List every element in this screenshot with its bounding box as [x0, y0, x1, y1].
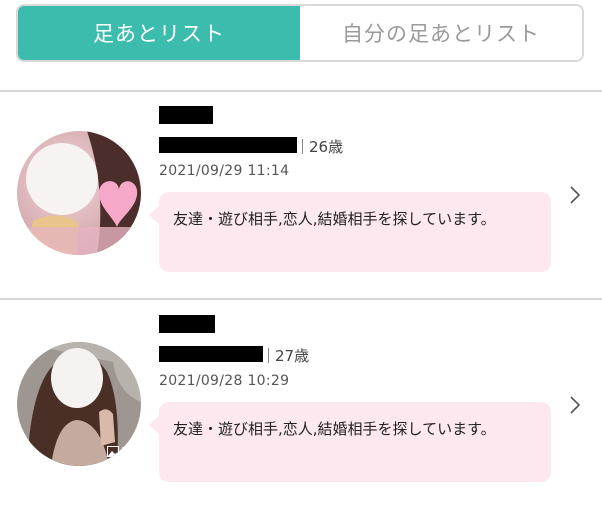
photo-count: 3 [107, 445, 128, 458]
tab-footprint-list[interactable]: 足あとリスト [18, 6, 300, 60]
footprint-tabs: 足あとリスト 自分の足あとリスト [16, 4, 584, 62]
visit-timestamp: 2021/09/29 11:14 [159, 163, 290, 179]
age-value: 27歳 [275, 347, 310, 365]
age-label: 26歳 [302, 136, 343, 157]
profile-message-bubble: 友達・遊び相手,恋人,結婚相手を探しています。 [149, 402, 551, 482]
avatar[interactable]: 3 [17, 342, 141, 466]
photo-count-value: 3 [121, 445, 128, 458]
image-icon [107, 446, 119, 457]
redacted-profile-text [159, 137, 297, 153]
age-value: 26歳 [309, 138, 344, 156]
profile-message: 友達・遊び相手,恋人,結婚相手を探しています。 [173, 210, 496, 228]
avatar[interactable] [17, 131, 141, 255]
chevron-right-icon[interactable] [568, 184, 582, 206]
tab-my-footprint-list[interactable]: 自分の足あとリスト [300, 6, 582, 60]
list-item[interactable]: 26歳 2021/09/29 11:14 友達・遊び相手,恋人,結婚相手を探して… [0, 92, 602, 298]
profile-message: 友達・遊び相手,恋人,結婚相手を探しています。 [173, 420, 496, 438]
redacted-username [159, 315, 215, 333]
redacted-profile-text [159, 346, 263, 362]
visit-timestamp: 2021/09/28 10:29 [159, 373, 290, 389]
chevron-right-icon[interactable] [568, 394, 582, 416]
profile-message-bubble: 友達・遊び相手,恋人,結婚相手を探しています。 [149, 192, 551, 272]
redacted-username [159, 106, 213, 124]
age-label: 27歳 [268, 345, 309, 366]
list-item[interactable]: 3 27歳 2021/09/28 10:29 友達・遊び相手,恋人,結婚相手を探… [0, 300, 602, 506]
